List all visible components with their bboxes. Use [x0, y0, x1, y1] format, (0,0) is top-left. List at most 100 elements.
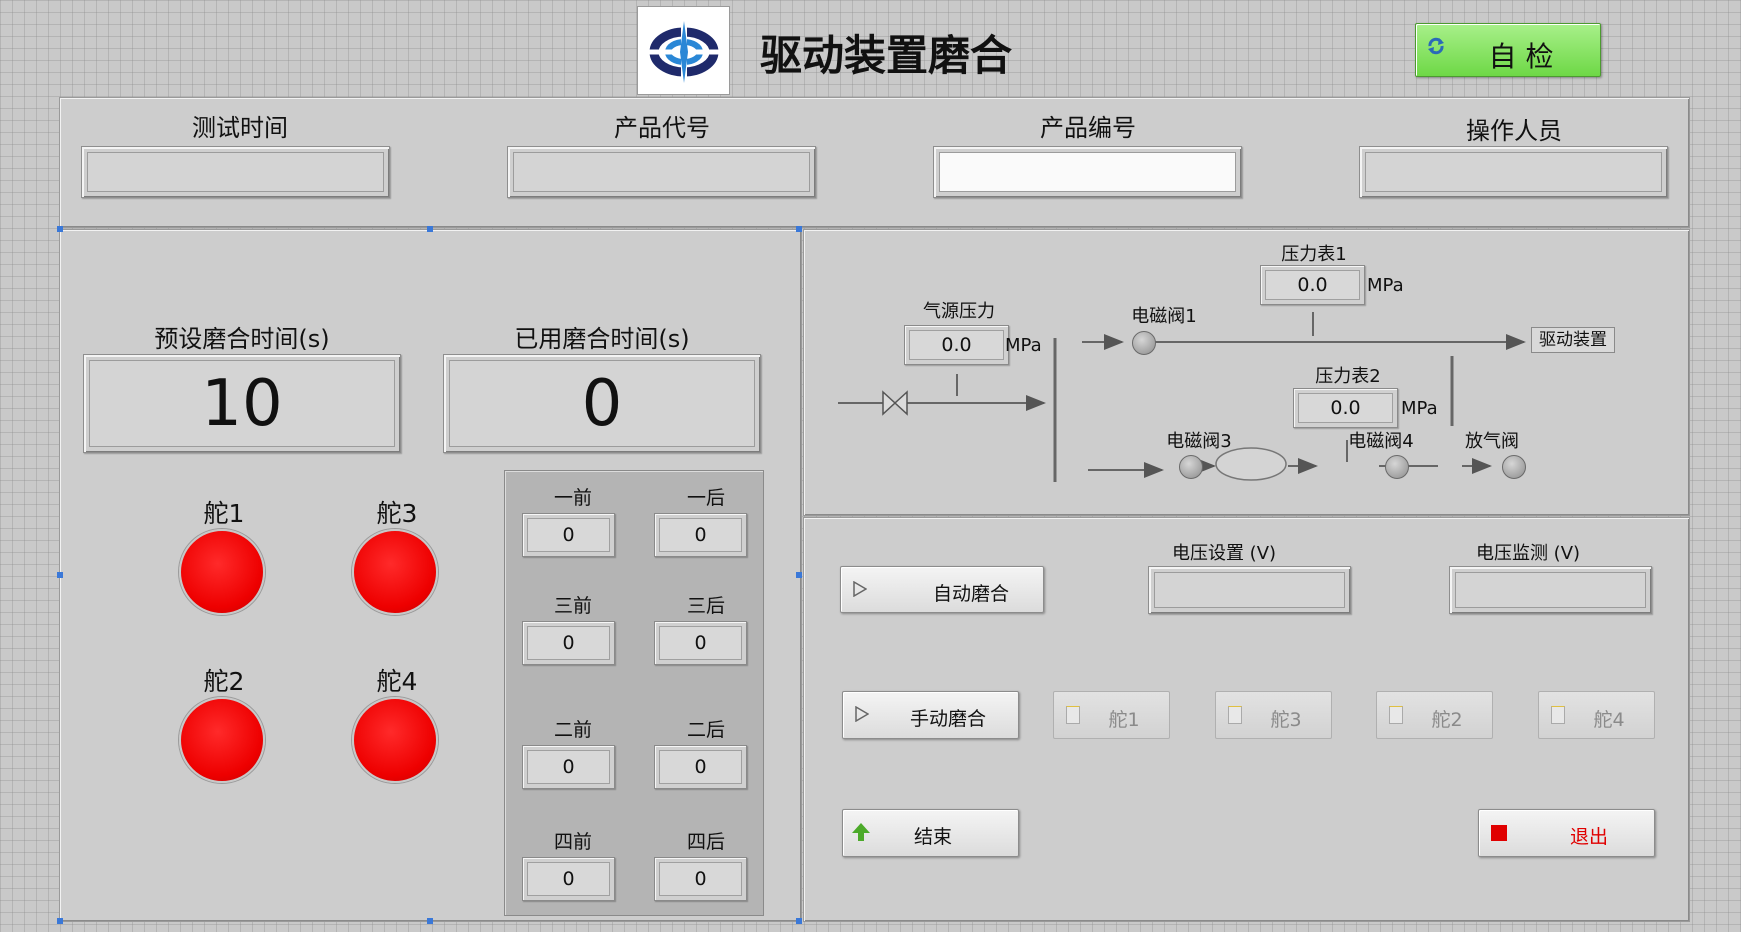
auto-run-label: 自动磨合 [932, 583, 1009, 605]
selection-handle[interactable] [796, 572, 802, 578]
counter-value-box: 0 [522, 857, 615, 901]
elapsed-time-label: 已用磨合时间(s) [514, 325, 690, 353]
rudder3-label: 舵3 [376, 499, 418, 528]
counter-value-box: 0 [654, 745, 747, 789]
product-code-label: 产品代号 [614, 114, 710, 142]
selection-handle[interactable] [57, 918, 63, 924]
run-panel: 预设磨合时间(s) 10 已用磨合时间(s) 0 舵1 舵3 舵2 舵4 一前 … [59, 229, 802, 922]
voltage-set-field[interactable] [1148, 566, 1351, 614]
checkbox-icon [1228, 706, 1242, 724]
exit-button[interactable]: 退出 [1478, 809, 1655, 857]
pneumatic-lines [838, 312, 1526, 482]
manual-rudder-label: 舵3 [1270, 709, 1302, 731]
drive-unit-box: 驱动装置 [1531, 327, 1615, 353]
valve4-label: 电磁阀4 [1348, 431, 1414, 452]
counter-value: 0 [659, 518, 742, 552]
counter-value: 0 [659, 750, 742, 784]
page-title: 驱动装置磨合 [760, 31, 1013, 80]
product-serial-field[interactable] [933, 146, 1242, 198]
counter-label: 四前 [553, 831, 592, 853]
pneumatic-panel: 气源压力 0.0 MPa 压力表1 0.0 MPa 压力表2 0.0 MPa 电… [803, 229, 1690, 516]
stop-icon [1491, 825, 1507, 841]
valve1-label: 电磁阀1 [1131, 306, 1197, 327]
counter-label: 三前 [553, 595, 592, 617]
preset-time-label: 预设磨合时间(s) [154, 325, 330, 353]
counter-label: 三后 [686, 595, 725, 617]
elapsed-time-field: 0 [443, 354, 761, 453]
rudder1-label: 舵1 [203, 499, 245, 528]
rudder4-label: 舵4 [376, 667, 418, 696]
checkbox-icon [1551, 706, 1565, 724]
counter-value: 0 [527, 750, 610, 784]
selection-handle[interactable] [57, 572, 63, 578]
manual-rudder-2-button[interactable]: 舵2 [1376, 691, 1493, 739]
gauge1-unit: MPa [1367, 275, 1404, 296]
source-pressure-box: 0.0 [904, 325, 1009, 365]
voltage-monitor-label: 电压监测 (V) [1475, 543, 1581, 564]
preset-time-value: 10 [201, 366, 283, 441]
valve3-label: 电磁阀3 [1166, 431, 1232, 452]
voltage-monitor-field [1449, 566, 1652, 614]
product-code-field[interactable] [507, 146, 816, 198]
test-time-label: 测试时间 [192, 114, 288, 142]
counter-value: 0 [659, 626, 742, 660]
logo [637, 6, 730, 95]
gauge2-unit: MPa [1401, 398, 1438, 419]
manual-run-button[interactable]: 手动磨合 [842, 691, 1019, 739]
selection-handle[interactable] [796, 918, 802, 924]
source-pressure-unit: MPa [1005, 335, 1042, 356]
rudder2-indicator [179, 697, 265, 783]
manual-rudder-3-button[interactable]: 舵3 [1215, 691, 1332, 739]
counter-value: 0 [659, 862, 742, 896]
manual-rudder-label: 舵4 [1593, 709, 1625, 731]
self-check-label: 自 检 [1488, 40, 1554, 73]
selection-handle[interactable] [796, 226, 802, 232]
end-button[interactable]: 结束 [842, 809, 1019, 857]
counter-label: 四后 [686, 831, 725, 853]
manual-run-label: 手动磨合 [909, 708, 986, 730]
counter-value-box: 0 [654, 621, 747, 665]
counter-label: 一前 [553, 487, 592, 509]
test-time-field[interactable] [81, 146, 390, 198]
gauge1-box: 0.0 [1260, 265, 1365, 305]
preset-time-field[interactable]: 10 [83, 354, 401, 453]
selection-handle[interactable] [427, 918, 433, 924]
refresh-icon [1428, 37, 1444, 55]
manual-rudder-4-button[interactable]: 舵4 [1538, 691, 1655, 739]
source-pressure-value: 0.0 [909, 330, 1004, 360]
valve1-indicator[interactable] [1132, 331, 1156, 355]
product-serial-label: 产品编号 [1040, 114, 1136, 142]
vent-valve-indicator[interactable] [1502, 455, 1526, 479]
manual-rudder-label: 舵1 [1108, 709, 1140, 731]
checkbox-icon [1389, 706, 1403, 724]
counter-label: 一后 [686, 487, 725, 509]
valve4-indicator[interactable] [1385, 455, 1409, 479]
gauge2-value: 0.0 [1298, 393, 1393, 423]
auto-run-button[interactable]: 自动磨合 [840, 566, 1044, 613]
counter-value-box: 0 [522, 621, 615, 665]
gauge2-box: 0.0 [1293, 388, 1398, 428]
rudder2-label: 舵2 [203, 667, 245, 696]
valve3-indicator[interactable] [1179, 455, 1203, 479]
manual-rudder-label: 舵2 [1431, 709, 1463, 731]
rudder3-indicator [352, 529, 438, 615]
counter-value: 0 [527, 862, 610, 896]
rudder4-indicator [352, 697, 438, 783]
gauge1-label: 压力表1 [1281, 244, 1347, 265]
info-panel: 测试时间 产品代号 产品编号 操作人员 [59, 97, 1690, 228]
counter-value-box: 0 [522, 513, 615, 557]
counter-label: 二前 [553, 719, 592, 741]
counter-value: 0 [527, 518, 610, 552]
counter-value-box: 0 [522, 745, 615, 789]
end-label: 结束 [913, 826, 952, 848]
self-check-button[interactable]: 自 检 [1415, 23, 1601, 77]
counters-panel: 一前 0 一后 0 三前 0 三后 0 二前 0 二后 0 四前 0 四后 0 [504, 470, 764, 916]
up-arrow-icon [852, 823, 870, 841]
vent-valve-label: 放气阀 [1465, 431, 1519, 452]
manual-rudder-1-button[interactable]: 舵1 [1053, 691, 1170, 739]
operator-field[interactable] [1359, 146, 1668, 198]
selection-handle[interactable] [57, 226, 63, 232]
counter-value: 0 [527, 626, 610, 660]
logo-icon [646, 19, 722, 85]
selection-handle[interactable] [427, 226, 433, 232]
